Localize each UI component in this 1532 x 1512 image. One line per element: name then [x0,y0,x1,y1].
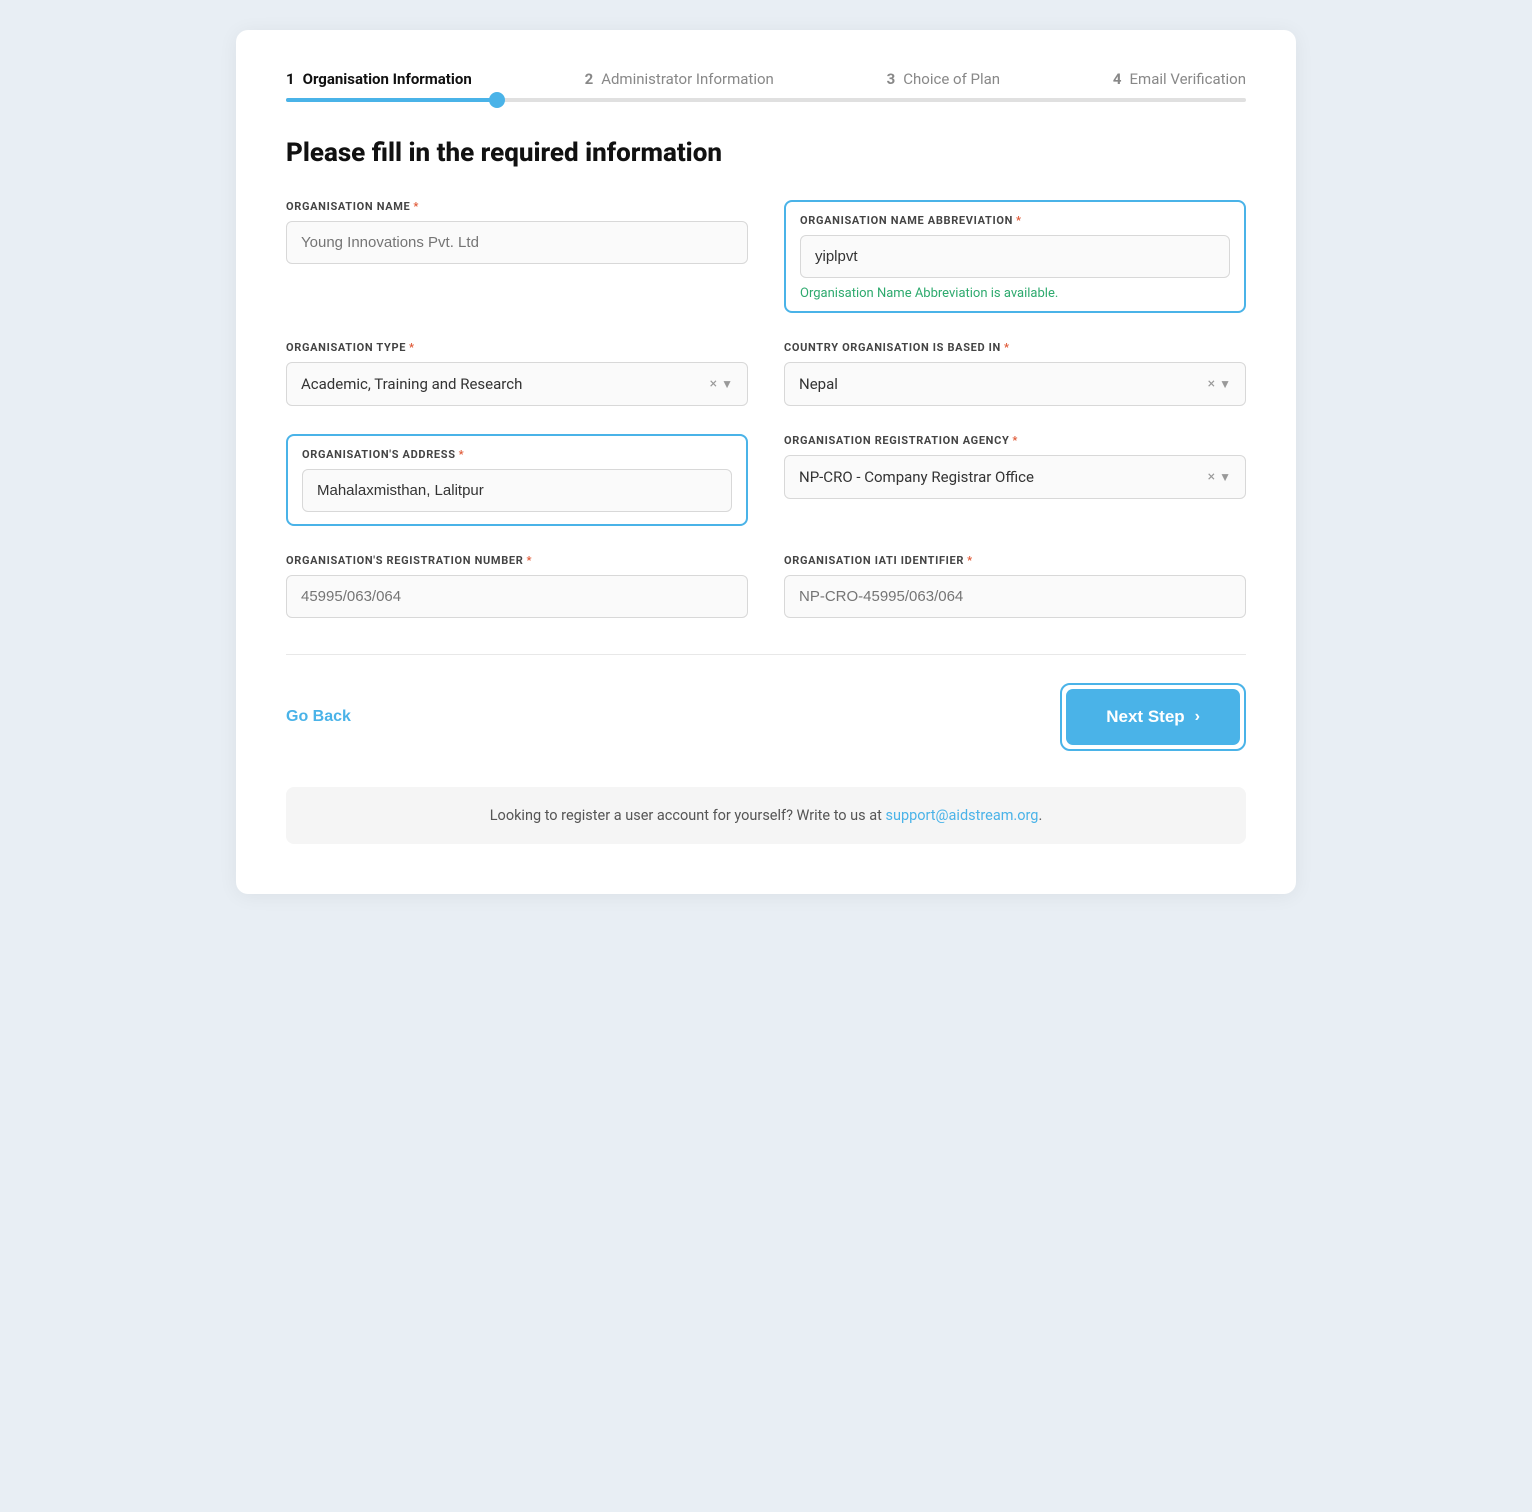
abbrev-availability-msg: Organisation Name Abbreviation is availa… [800,286,1230,301]
reg-number-label: ORGANISATION'S REGISTRATION NUMBER* [286,554,748,567]
org-address-required: * [459,448,465,461]
step-3: 3 Choice of Plan [887,70,1000,88]
next-step-button[interactable]: Next Step › [1066,689,1240,745]
country-controls: × ▼ [1208,376,1231,392]
form-grid: ORGANISATION NAME* ORGANISATION NAME ABB… [286,200,1246,618]
country-chevron-icon: ▼ [1219,377,1231,391]
reg-agency-required: * [1012,434,1018,447]
org-name-field: ORGANISATION NAME* [286,200,748,313]
org-abbrev-label: ORGANISATION NAME ABBREVIATION* [800,214,1230,227]
step-2-label: Administrator Information [601,70,774,88]
step-3-label: Choice of Plan [903,70,1000,88]
org-type-select[interactable]: Academic, Training and Research × ▼ [286,362,748,406]
org-address-input[interactable] [302,469,732,512]
step-3-num: 3 [887,70,896,88]
next-step-chevron-icon: › [1195,708,1200,726]
form-heading: Please fill in the required information [286,138,1246,168]
country-value: Nepal [799,363,1208,405]
iati-input[interactable] [784,575,1246,618]
info-bar-text-after: . [1038,807,1042,824]
org-type-clear[interactable]: × [710,376,717,392]
step-4: 4 Email Verification [1113,70,1246,88]
step-2-num: 2 [585,70,594,88]
next-step-label: Next Step [1106,707,1184,727]
main-card: 1 Organisation Information 2 Administrat… [236,30,1296,894]
org-abbrev-field-wrapper: ORGANISATION NAME ABBREVIATION* Organisa… [784,200,1246,313]
iati-label: ORGANISATION IATI IDENTIFIER* [784,554,1246,567]
reg-agency-value: NP-CRO - Company Registrar Office [799,456,1208,498]
progress-bar-fill [286,98,497,102]
org-address-label: ORGANISATION'S ADDRESS* [302,448,732,461]
info-bar-text-before: Looking to register a user account for y… [490,807,886,824]
step-2: 2 Administrator Information [585,70,774,88]
reg-agency-clear[interactable]: × [1208,469,1215,485]
country-required: * [1004,341,1010,354]
org-abbrev-required: * [1016,214,1022,227]
reg-number-field: ORGANISATION'S REGISTRATION NUMBER* [286,554,748,618]
info-bar: Looking to register a user account for y… [286,787,1246,844]
reg-agency-field: ORGANISATION REGISTRATION AGENCY* NP-CRO… [784,434,1246,526]
org-abbrev-field: ORGANISATION NAME ABBREVIATION* Organisa… [800,214,1230,301]
org-abbrev-input[interactable] [800,235,1230,278]
org-type-field: ORGANISATION TYPE* Academic, Training an… [286,341,748,406]
org-address-field-wrapper: ORGANISATION'S ADDRESS* [286,434,748,526]
reg-agency-chevron-icon: ▼ [1219,470,1231,484]
country-clear[interactable]: × [1208,376,1215,392]
org-type-chevron-icon: ▼ [721,377,733,391]
step-1-label: Organisation Information [303,70,472,88]
country-field: COUNTRY ORGANISATION IS BASED IN* Nepal … [784,341,1246,406]
reg-agency-controls: × ▼ [1208,469,1231,485]
org-name-required: * [413,200,419,213]
org-name-label: ORGANISATION NAME* [286,200,748,213]
section-divider [286,654,1246,655]
stepper: 1 Organisation Information 2 Administrat… [286,70,1246,88]
step-4-num: 4 [1113,70,1122,88]
iati-field: ORGANISATION IATI IDENTIFIER* [784,554,1246,618]
country-select[interactable]: Nepal × ▼ [784,362,1246,406]
org-type-value: Academic, Training and Research [301,363,710,405]
country-label: COUNTRY ORGANISATION IS BASED IN* [784,341,1246,354]
support-email-link[interactable]: support@aidstream.org [885,807,1038,824]
progress-bar-container [286,98,1246,102]
form-actions: Go Back Next Step › [286,683,1246,751]
iati-required: * [967,554,973,567]
step-1-num: 1 [286,70,295,88]
org-name-input[interactable] [286,221,748,264]
org-type-label: ORGANISATION TYPE* [286,341,748,354]
step-1: 1 Organisation Information [286,70,472,88]
go-back-button[interactable]: Go Back [286,708,351,726]
reg-agency-label: ORGANISATION REGISTRATION AGENCY* [784,434,1246,447]
reg-number-required: * [526,554,532,567]
reg-agency-select[interactable]: NP-CRO - Company Registrar Office × ▼ [784,455,1246,499]
org-address-field: ORGANISATION'S ADDRESS* [302,448,732,512]
reg-number-input[interactable] [286,575,748,618]
next-step-wrapper: Next Step › [1060,683,1246,751]
step-4-label: Email Verification [1130,70,1246,88]
org-type-required: * [409,341,415,354]
org-type-controls: × ▼ [710,376,733,392]
